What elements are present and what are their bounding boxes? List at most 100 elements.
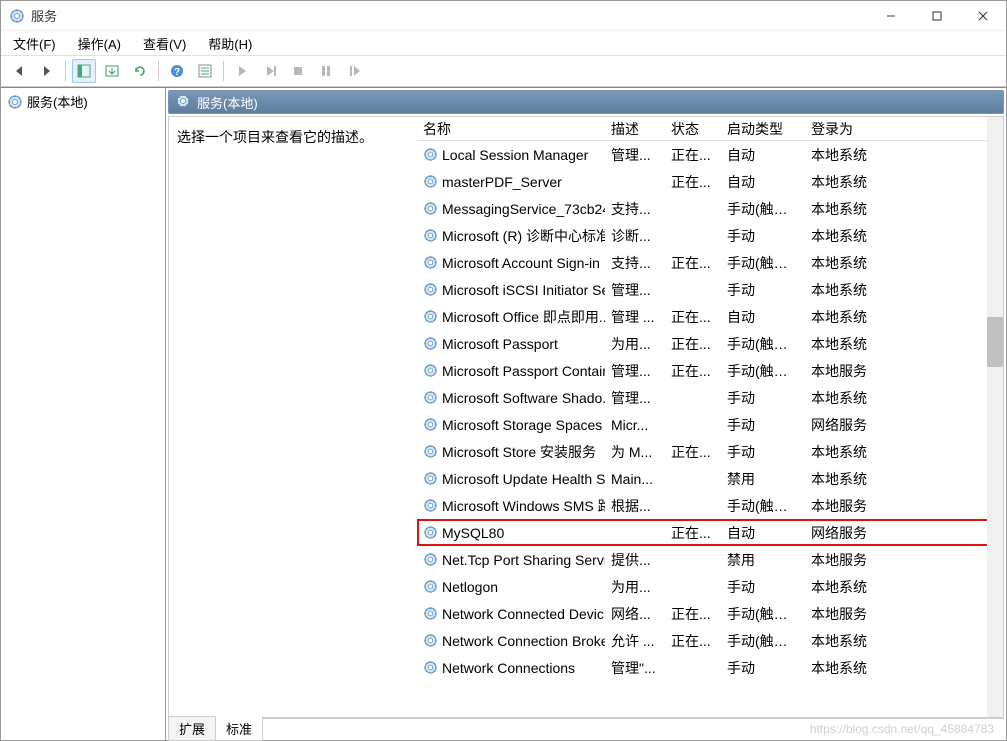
service-icon — [423, 633, 438, 648]
service-row[interactable]: Microsoft iSCSI Initiator Ser...管理...手动本… — [417, 276, 1003, 303]
pause-service-button[interactable] — [258, 59, 282, 83]
service-start-type: 手动(触发... — [721, 252, 805, 274]
service-start-type: 手动(触发... — [721, 333, 805, 355]
service-logon: 网络服务 — [805, 522, 885, 544]
body-area: 服务(本地) 服务(本地) 选择一个项目来查看它的描述。 名称 描述 状态 启动… — [1, 87, 1006, 740]
refresh-button[interactable] — [128, 59, 152, 83]
tree-panel: 服务(本地) — [1, 88, 166, 740]
service-row[interactable]: Network Connections管理"...手动本地系统 — [417, 654, 1003, 681]
service-row[interactable]: Microsoft Store 安装服务为 M...正在...手动本地系统 — [417, 438, 1003, 465]
service-name: Network Connected Devic... — [442, 606, 605, 622]
service-logon: 本地系统 — [805, 468, 885, 490]
pause2-button[interactable] — [314, 59, 338, 83]
maximize-button[interactable] — [914, 1, 960, 31]
back-button[interactable] — [7, 59, 31, 83]
service-status — [665, 559, 721, 561]
show-hide-tree-button[interactable] — [72, 59, 96, 83]
app-icon — [9, 8, 25, 24]
close-button[interactable] — [960, 1, 1006, 31]
service-name: MessagingService_73cb242 — [442, 201, 605, 217]
column-status[interactable]: 状态 — [665, 117, 721, 140]
service-icon — [175, 93, 191, 112]
service-start-type: 手动(触发... — [721, 198, 805, 220]
menu-help[interactable]: 帮助(H) — [204, 32, 256, 55]
menu-view[interactable]: 查看(V) — [139, 32, 190, 55]
scrollbar-track[interactable] — [987, 117, 1003, 717]
service-row[interactable]: MySQL80正在...自动网络服务 — [417, 519, 1003, 546]
description-hint: 选择一个项目来查看它的描述。 — [177, 127, 409, 147]
service-row[interactable]: masterPDF_Server正在...自动本地系统 — [417, 168, 1003, 195]
service-logon: 本地系统 — [805, 171, 885, 193]
tree-root-item[interactable]: 服务(本地) — [1, 88, 165, 115]
service-status — [665, 478, 721, 480]
service-icon — [423, 336, 438, 351]
service-start-type: 手动(触发... — [721, 495, 805, 517]
service-row[interactable]: Microsoft (R) 诊断中心标准...诊断...手动本地系统 — [417, 222, 1003, 249]
service-status: 正在... — [665, 603, 721, 625]
service-desc — [605, 181, 665, 183]
service-desc: Main... — [605, 470, 665, 488]
service-name: Microsoft iSCSI Initiator Ser... — [442, 282, 605, 298]
service-status: 正在... — [665, 171, 721, 193]
service-row[interactable]: Microsoft Account Sign-in ...支持...正在...手… — [417, 249, 1003, 276]
stop-service-button[interactable] — [286, 59, 310, 83]
column-start[interactable]: 启动类型 — [721, 117, 805, 140]
service-row[interactable]: MessagingService_73cb242支持...手动(触发...本地系… — [417, 195, 1003, 222]
tab-standard[interactable]: 标准 — [215, 716, 263, 741]
forward-button[interactable] — [35, 59, 59, 83]
scrollbar-thumb[interactable] — [987, 317, 1003, 367]
toolbar-separator — [65, 61, 66, 81]
service-desc: 诊断... — [605, 225, 665, 247]
service-logon: 本地系统 — [805, 198, 885, 220]
service-row[interactable]: Net.Tcp Port Sharing Service提供...禁用本地服务 — [417, 546, 1003, 573]
column-desc[interactable]: 描述 — [605, 117, 665, 140]
service-name: Microsoft Store 安装服务 — [442, 442, 596, 462]
service-icon — [423, 255, 438, 270]
service-start-type: 手动 — [721, 279, 805, 301]
service-status — [665, 586, 721, 588]
minimize-button[interactable] — [868, 1, 914, 31]
service-logon: 本地系统 — [805, 279, 885, 301]
column-logon[interactable]: 登录为 — [805, 117, 885, 140]
tab-extended[interactable]: 扩展 — [168, 716, 216, 741]
service-name: Microsoft Passport — [442, 336, 558, 352]
menu-action[interactable]: 操作(A) — [74, 32, 125, 55]
service-row[interactable]: Microsoft Update Health S...Main...禁用本地系… — [417, 465, 1003, 492]
list-rows[interactable]: Local Session Manager管理...正在...自动本地系统mas… — [417, 141, 1003, 717]
service-row[interactable]: Network Connection Broker允许 ...正在...手动(触… — [417, 627, 1003, 654]
service-icon — [423, 147, 438, 162]
service-row[interactable]: Microsoft Office 即点即用...管理 ...正在...自动本地系… — [417, 303, 1003, 330]
toolbar-separator — [223, 61, 224, 81]
service-row[interactable]: Microsoft Storage Spaces S...Micr...手动网络… — [417, 411, 1003, 438]
service-logon: 本地服务 — [805, 603, 885, 625]
service-start-type: 手动 — [721, 657, 805, 679]
service-status — [665, 397, 721, 399]
service-row[interactable]: Microsoft Passport Container管理...正在...手动… — [417, 357, 1003, 384]
export-list-button[interactable] — [100, 59, 124, 83]
service-logon: 本地系统 — [805, 657, 885, 679]
service-row[interactable]: Local Session Manager管理...正在...自动本地系统 — [417, 141, 1003, 168]
service-row[interactable]: Network Connected Devic...网络...正在...手动(触… — [417, 600, 1003, 627]
tree-root-label: 服务(本地) — [27, 92, 88, 111]
start-service-button[interactable] — [230, 59, 254, 83]
service-start-type: 自动 — [721, 144, 805, 166]
restart-service-button[interactable] — [342, 59, 366, 83]
menu-file[interactable]: 文件(F) — [9, 32, 60, 55]
service-status: 正在... — [665, 522, 721, 544]
service-icon — [7, 94, 23, 110]
properties-button[interactable] — [193, 59, 217, 83]
service-status: 正在... — [665, 630, 721, 652]
service-row[interactable]: Microsoft Software Shado...管理...手动本地系统 — [417, 384, 1003, 411]
service-desc: 为用... — [605, 333, 665, 355]
service-row[interactable]: Netlogon为用...手动本地系统 — [417, 573, 1003, 600]
service-name: Microsoft Software Shado... — [442, 390, 605, 406]
service-start-type: 自动 — [721, 522, 805, 544]
service-icon — [423, 444, 438, 459]
watermark: https://blog.csdn.net/qq_45884783 — [810, 722, 994, 736]
service-row[interactable]: Microsoft Passport为用...正在...手动(触发...本地系统 — [417, 330, 1003, 357]
column-name[interactable]: 名称 — [417, 117, 605, 140]
service-start-type: 禁用 — [721, 468, 805, 490]
help-button[interactable]: ? — [165, 59, 189, 83]
service-row[interactable]: Microsoft Windows SMS 路...根据...手动(触发...本… — [417, 492, 1003, 519]
service-logon: 本地系统 — [805, 441, 885, 463]
